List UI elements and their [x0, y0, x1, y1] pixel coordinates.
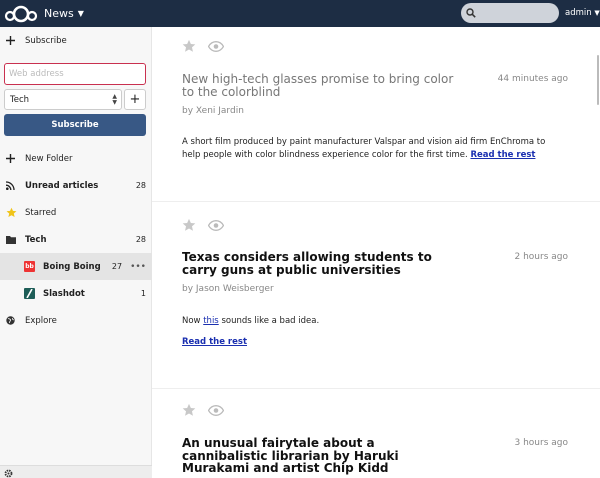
article-title[interactable]: An unusual fairytale about a cannibalist… — [182, 437, 462, 475]
sidebar-item-label: Explore — [25, 315, 57, 326]
rss-icon — [6, 181, 19, 190]
article-title[interactable]: New high-tech glasses promise to bring c… — [182, 73, 462, 98]
article-item: Texas considers allowing students to car… — [152, 202, 600, 389]
search-input[interactable] — [480, 8, 550, 18]
eye-icon[interactable] — [207, 404, 225, 419]
sidebar-feed-boingboing[interactable]: bb Boing Boing 27 ••• — [0, 253, 152, 280]
slashdot-favicon-icon — [24, 288, 35, 299]
article-body-text: Now — [182, 316, 201, 326]
article-list: New high-tech glasses promise to bring c… — [152, 27, 600, 478]
article-item: An unusual fairytale about a cannibalist… — [152, 389, 600, 478]
sidebar-folder-tech[interactable]: Tech 28 — [0, 226, 152, 253]
feed-favicon-wrapper — [24, 288, 37, 299]
app-menu-toggle[interactable]: News ▼ — [44, 7, 84, 20]
eye-icon[interactable] — [207, 219, 225, 234]
user-name: admin — [565, 8, 592, 18]
folder-select[interactable]: Tech ▲ ▼ — [4, 89, 122, 110]
sidebar-item-label: New Folder — [25, 153, 73, 164]
feed-count: 27 — [111, 262, 123, 271]
article-time: 2 hours ago — [514, 252, 569, 262]
boingboing-favicon-icon: bb — [24, 261, 35, 272]
article-item: New high-tech glasses promise to bring c… — [152, 27, 600, 202]
article-author: by Jason Weisberger — [182, 284, 274, 294]
search-icon — [466, 8, 476, 18]
web-address-input[interactable] — [4, 63, 146, 85]
subscribe-button[interactable]: Subscribe — [4, 114, 146, 136]
feed-favicon-wrapper: bb — [24, 261, 37, 272]
app-header: News ▼ admin ▼ — [0, 0, 600, 27]
article-time: 44 minutes ago — [497, 74, 568, 84]
sidebar-item-explore[interactable]: Explore — [0, 307, 152, 334]
sidebar-item-unread[interactable]: Unread articles 28 — [0, 172, 152, 199]
feed-count: 1 — [140, 289, 146, 298]
plus-icon — [6, 154, 19, 163]
article-time: 3 hours ago — [514, 438, 569, 448]
scrollbar-thumb[interactable] — [597, 55, 599, 105]
plus-icon — [6, 36, 19, 45]
star-icon — [6, 207, 19, 218]
eye-icon[interactable] — [207, 40, 225, 55]
star-toggle-icon[interactable] — [182, 39, 196, 56]
sidebar: Subscribe Tech ▲▼ + Subscribe New Folder… — [0, 27, 152, 478]
settings-bar[interactable] — [0, 465, 152, 478]
article-author: by Xeni Jardin — [182, 106, 244, 116]
article-inline-link[interactable]: this — [203, 316, 219, 326]
article-body-text: sounds like a bad idea. — [221, 316, 320, 326]
read-the-rest-link[interactable]: Read the rest — [182, 337, 247, 347]
search-box[interactable] — [461, 3, 559, 23]
folder-select-value: Tech — [10, 94, 30, 105]
folder-icon — [6, 235, 19, 244]
star-toggle-icon[interactable] — [182, 403, 196, 420]
sidebar-feed-slashdot[interactable]: Slashdot 1 — [0, 280, 152, 307]
add-folder-button[interactable]: + — [124, 89, 146, 110]
article-read-more-row: Read the rest — [182, 336, 562, 349]
sidebar-item-label: Subscribe — [25, 35, 67, 46]
app-title: News — [44, 7, 74, 20]
sidebar-item-new-folder[interactable]: New Folder — [0, 145, 152, 172]
caret-down-icon: ▼ — [77, 9, 84, 18]
sidebar-item-label: Slashdot — [43, 288, 85, 299]
sidebar-item-starred[interactable]: Starred — [0, 199, 152, 226]
user-menu[interactable]: admin ▼ — [565, 8, 600, 18]
unread-count: 28 — [135, 181, 146, 190]
sidebar-item-label: Tech — [25, 234, 47, 245]
sidebar-item-label: Starred — [25, 207, 57, 218]
select-arrows-icon: ▲ ▼ — [112, 93, 117, 106]
folder-count: 28 — [135, 235, 146, 244]
caret-down-icon: ▼ — [594, 9, 600, 17]
read-the-rest-link[interactable]: Read the rest — [470, 150, 535, 160]
article-title[interactable]: Texas considers allowing students to car… — [182, 251, 462, 276]
article-body: A short film produced by paint manufactu… — [182, 136, 562, 162]
gear-icon — [4, 469, 13, 478]
sidebar-item-label: Unread articles — [25, 180, 99, 191]
cloud-logo-icon[interactable] — [4, 3, 38, 25]
more-options-icon[interactable]: ••• — [130, 262, 146, 272]
sidebar-subscribe-toggle[interactable]: Subscribe — [0, 27, 152, 54]
globe-icon — [6, 316, 19, 325]
sidebar-item-label: Boing Boing — [43, 261, 101, 272]
star-toggle-icon[interactable] — [182, 218, 196, 235]
article-body: Now this sounds like a bad idea. — [182, 315, 562, 328]
